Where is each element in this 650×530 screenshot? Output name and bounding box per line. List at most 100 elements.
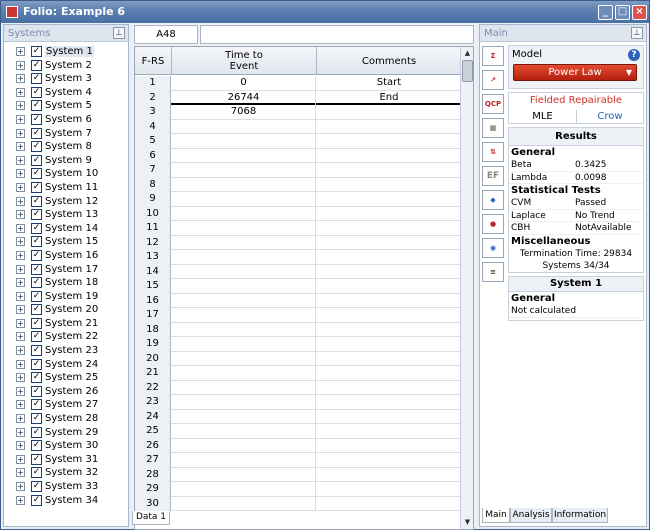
comments-cell[interactable] — [317, 221, 461, 235]
system-tree-item[interactable]: + ✓ System 1 — [4, 45, 128, 59]
comments-cell[interactable] — [317, 453, 461, 467]
time-to-event-cell[interactable] — [172, 322, 316, 337]
comments-cell[interactable] — [317, 265, 461, 279]
pin-icon[interactable]: ⊥ — [113, 27, 125, 39]
report-icon[interactable]: ▦ — [482, 118, 504, 138]
system-tree-item[interactable]: + ✓ System 3 — [4, 72, 128, 86]
system-tree-item[interactable]: + ✓ System 15 — [4, 235, 128, 249]
row-number[interactable]: 6 — [135, 148, 171, 163]
expand-icon[interactable]: + — [16, 373, 25, 383]
settings-icon[interactable]: ≡ — [482, 262, 504, 282]
row-number[interactable]: 4 — [135, 119, 171, 134]
globe-icon[interactable]: ◉ — [482, 238, 504, 258]
comments-cell[interactable] — [317, 236, 461, 250]
system-tree-item[interactable]: + ✓ System 31 — [4, 453, 128, 467]
transfer-icon[interactable]: ⇅ — [482, 142, 504, 162]
system-tree-item[interactable]: + ✓ System 25 — [4, 371, 128, 385]
tab-analysis[interactable]: Analysis — [510, 508, 552, 523]
checkbox[interactable]: ✓ — [31, 426, 42, 438]
row-number[interactable]: 28 — [135, 467, 171, 482]
expand-icon[interactable]: + — [16, 250, 25, 260]
system-tree-item[interactable]: + ✓ System 22 — [4, 330, 128, 344]
checkbox[interactable]: ✓ — [31, 277, 42, 289]
time-to-event-cell[interactable] — [172, 293, 316, 308]
checkbox[interactable]: ✓ — [31, 317, 42, 329]
expand-icon[interactable]: + — [16, 482, 25, 491]
expand-icon[interactable]: + — [16, 427, 25, 437]
expand-icon[interactable]: + — [16, 101, 25, 111]
comments-cell[interactable] — [317, 279, 461, 293]
expand-icon[interactable]: + — [16, 291, 25, 301]
system-tree-item[interactable]: + ✓ System 21 — [4, 317, 128, 331]
time-to-event-cell[interactable] — [172, 380, 316, 395]
expand-icon[interactable]: + — [16, 441, 25, 451]
checkbox[interactable]: ✓ — [31, 399, 42, 411]
time-to-event-cell[interactable] — [172, 366, 316, 380]
row-number[interactable]: 21 — [135, 366, 171, 381]
checkbox[interactable]: ✓ — [31, 141, 42, 153]
time-to-event-cell[interactable] — [172, 192, 316, 206]
checkbox[interactable]: ✓ — [31, 358, 42, 370]
checkbox[interactable]: ✓ — [31, 100, 42, 112]
checkbox[interactable]: ✓ — [31, 413, 42, 425]
comments-cell[interactable] — [317, 366, 461, 380]
calculate-icon[interactable]: Σ — [482, 46, 504, 66]
row-number[interactable]: 27 — [135, 453, 171, 468]
expand-icon[interactable]: + — [16, 386, 25, 396]
expand-icon[interactable]: + — [16, 278, 25, 288]
comments-cell[interactable] — [317, 497, 461, 511]
system-tree-item[interactable]: + ✓ System 29 — [4, 426, 128, 440]
row-number[interactable]: 22 — [135, 380, 171, 395]
qcp-icon[interactable]: QCP — [482, 94, 504, 114]
diamond-icon[interactable]: ◆ — [482, 190, 504, 210]
expand-icon[interactable]: + — [16, 196, 25, 206]
minimize-button[interactable]: _ — [598, 5, 613, 20]
row-number[interactable]: 10 — [135, 206, 171, 221]
row-number[interactable]: 8 — [135, 177, 171, 192]
comments-cell[interactable] — [317, 163, 461, 177]
comments-cell[interactable] — [317, 192, 461, 206]
checkbox[interactable]: ✓ — [31, 249, 42, 261]
system-tree-item[interactable]: + ✓ System 10 — [4, 167, 128, 181]
comments-cell[interactable] — [317, 250, 461, 264]
time-to-event-cell[interactable] — [172, 134, 316, 148]
time-to-event-cell[interactable] — [172, 482, 316, 496]
time-to-event-cell[interactable] — [172, 177, 316, 192]
checkbox[interactable]: ✓ — [31, 331, 42, 343]
cell-reference-box[interactable]: A48 — [134, 25, 198, 44]
checkbox[interactable]: ✓ — [31, 467, 42, 479]
comments-cell[interactable] — [317, 294, 461, 308]
checkbox[interactable]: ✓ — [31, 453, 42, 465]
expand-icon[interactable]: + — [16, 169, 25, 179]
comments-cell[interactable] — [317, 352, 461, 366]
row-number[interactable]: 30 — [135, 496, 171, 511]
row-number[interactable]: 2 — [135, 90, 171, 105]
time-to-event-cell[interactable] — [172, 235, 316, 250]
pin-icon[interactable]: ⊥ — [631, 27, 643, 39]
expand-icon[interactable]: + — [16, 114, 25, 124]
expand-icon[interactable]: + — [16, 237, 25, 247]
method-option-mle[interactable]: MLE — [509, 110, 576, 123]
comments-cell[interactable]: End — [317, 91, 461, 105]
checkbox[interactable]: ✓ — [31, 372, 42, 384]
row-number[interactable]: 29 — [135, 482, 171, 497]
method-option-crow[interactable]: Crow — [576, 110, 643, 123]
time-to-event-cell[interactable] — [172, 264, 316, 279]
system-tree-item[interactable]: + ✓ System 4 — [4, 86, 128, 100]
comments-cell[interactable] — [317, 120, 461, 134]
comments-cell[interactable] — [317, 424, 461, 438]
system-tree-item[interactable]: + ✓ System 24 — [4, 358, 128, 372]
expand-icon[interactable]: + — [16, 47, 25, 56]
comments-cell[interactable] — [317, 395, 461, 409]
checkbox[interactable]: ✓ — [31, 168, 42, 180]
time-to-event-cell[interactable] — [172, 351, 316, 366]
ef-icon[interactable]: EF — [482, 166, 504, 186]
time-to-event-cell[interactable]: 0 — [172, 76, 316, 90]
checkbox[interactable]: ✓ — [31, 345, 42, 357]
checkbox[interactable]: ✓ — [31, 290, 42, 302]
expand-icon[interactable]: + — [16, 128, 25, 138]
time-to-event-cell[interactable] — [172, 221, 316, 235]
system-tree-item[interactable]: + ✓ System 20 — [4, 303, 128, 317]
scroll-down-icon[interactable]: ▼ — [462, 517, 473, 528]
system-tree-item[interactable]: + ✓ System 28 — [4, 412, 128, 426]
